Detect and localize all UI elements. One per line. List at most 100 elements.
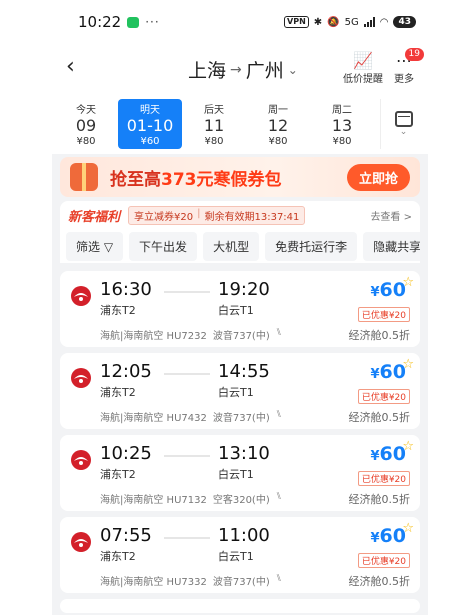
more-button[interactable]: ⋯ 19 更多 (394, 48, 424, 85)
arrival: 13:10 白云T1 (218, 443, 270, 482)
departure-time: 07:55 (100, 525, 152, 546)
filter-large-aircraft[interactable]: 大机型 (203, 231, 260, 261)
meal-icon: ⑊ (275, 409, 282, 420)
arrival: 11:00 白云T1 (218, 525, 270, 564)
banner-amount: 373元寒假券包 (161, 169, 282, 190)
meal-icon: ⑊ (275, 491, 282, 502)
back-icon[interactable]: ‹ (66, 56, 75, 78)
arrival-time: 13:10 (218, 443, 270, 464)
flight-card[interactable]: 12:05 浦东T2 14:55 白云T1 海航|海南航空 HU7432 波音7… (60, 353, 420, 429)
route-line (164, 373, 210, 375)
origin-city: 上海 (188, 60, 227, 82)
new-user-promo: 新客福利 享立减券¥20 | 剩余有效期13:37:41 去查看 > (60, 201, 420, 229)
date-price: ¥80 (204, 136, 224, 147)
date-weekday: 明天 (140, 105, 160, 116)
hainan-airlines-logo-icon (71, 450, 91, 470)
cabin-class: 经济舱0.5折 (348, 329, 411, 342)
filter-button[interactable]: 筛选 ▽ (66, 231, 124, 261)
calendar-button[interactable]: ⌄ (380, 99, 426, 149)
date-item[interactable]: 今天 09 ¥80 (54, 99, 118, 149)
more-label: 更多 (394, 74, 414, 85)
coupon-timer: 剩余有效期13:37:41 (204, 211, 300, 223)
date-item[interactable]: 周二 13 ¥80 (310, 99, 374, 149)
date-day: 13 (331, 116, 353, 135)
flight-card[interactable]: 07:55 浦东T2 11:00 白云T1 海航|海南航空 HU7332 波音7… (60, 517, 420, 593)
route-line (164, 455, 210, 457)
route-selector[interactable]: 上海 → 广州 ⌄ (188, 56, 298, 83)
date-day: 11 (203, 116, 225, 135)
wifi-icon: ◠ (379, 16, 389, 28)
departure-time: 12:05 (100, 361, 152, 382)
flight-meta: 海航|海南航空 HU7232 波音737(中) ⑊ (100, 327, 282, 342)
view-link[interactable]: 去查看 > (370, 208, 412, 223)
flight-card[interactable]: 16:30 浦东T2 19:20 白云T1 海航|海南航空 HU7232 波音7… (60, 271, 420, 347)
currency-symbol: ¥ (370, 531, 380, 546)
meal-icon: ⑊ (275, 573, 282, 584)
date-item-selected[interactable]: 明天 01-10 ¥60 (118, 99, 182, 149)
departure-airport: 浦东T2 (100, 386, 136, 399)
flight-price: ¥60 (371, 443, 407, 465)
aircraft-type: 波音737(中) (212, 331, 270, 342)
arrival-time: 19:20 (218, 279, 270, 300)
flight-card[interactable]: 10:25 浦东T2 13:10 白云T1 海航|海南航空 HU7132 空客3… (60, 435, 420, 511)
date-day: 01-10 (126, 116, 174, 135)
departure: 16:30 浦东T2 (100, 279, 152, 318)
cabin-class: 经济舱0.5折 (348, 493, 411, 506)
flight-list: 16:30 浦东T2 19:20 白云T1 海航|海南航空 HU7232 波音7… (52, 263, 428, 613)
flight-price: ¥60 (371, 525, 407, 547)
status-bar: 10:22 ··· VPN ✱ 🔕 5G ◠ 43 (52, 0, 428, 44)
date-price: ¥80 (332, 136, 352, 147)
aircraft-type: 空客320(中) (212, 495, 270, 506)
date-item[interactable]: 周一 12 ¥80 (246, 99, 310, 149)
vpn-icon: VPN (284, 16, 309, 28)
date-weekday: 周二 (332, 105, 352, 116)
date-day: 09 (75, 116, 97, 135)
flight-price: ¥60 (371, 279, 407, 301)
arrival: 19:20 白云T1 (218, 279, 270, 318)
filter-hide-shared[interactable]: 隐藏共享 (363, 231, 420, 261)
route-line (164, 291, 210, 293)
arrival-time: 14:55 (218, 361, 270, 382)
departure-time: 16:30 (100, 279, 152, 300)
date-weekday: 今天 (76, 105, 96, 116)
coupon-text: 享立减券¥20 (134, 211, 194, 223)
hainan-airlines-logo-icon (71, 532, 91, 552)
chevron-down-icon: ⌄ (399, 127, 408, 137)
more-notifications-icon: ··· (145, 15, 160, 29)
promo-tag: 新客福利 (68, 209, 121, 225)
arrival: 14:55 白云T1 (218, 361, 270, 400)
date-price: ¥80 (268, 136, 288, 147)
grab-now-button[interactable]: 立即抢 (346, 164, 410, 191)
battery-icon: 43 (393, 16, 416, 28)
price-alert-label: 低价提醒 (343, 74, 383, 85)
date-item[interactable]: 后天 11 ¥80 (182, 99, 246, 149)
date-day: 12 (267, 116, 289, 135)
coupon-banner[interactable]: 抢至高373元寒假券包 立即抢 (60, 157, 420, 197)
price-alert-button[interactable]: 📈 低价提醒 (343, 52, 383, 86)
date-price: ¥80 (76, 136, 96, 147)
departure: 07:55 浦东T2 (100, 525, 152, 564)
arrival-airport: 白云T1 (218, 386, 254, 399)
status-right: VPN ✱ 🔕 5G ◠ 43 (284, 16, 416, 28)
departure: 12:05 浦东T2 (100, 361, 152, 400)
flight-meta: 海航|海南航空 HU7432 波音737(中) ⑊ (100, 409, 282, 424)
cabin-class: 经济舱0.5折 (348, 411, 411, 424)
chevron-down-icon: ⌄ (287, 62, 298, 77)
mute-icon: 🔕 (327, 16, 340, 28)
header: ‹ 上海 → 广州 ⌄ 📈 低价提醒 ⋯ 19 更多 (52, 44, 428, 94)
filter-afternoon[interactable]: 下午出发 (129, 231, 198, 261)
banner-prefix: 抢至高 (110, 169, 161, 190)
price-value: 60 (379, 525, 406, 547)
discount-badge: 已优惠¥20 (357, 471, 410, 486)
airline-flight-no: 海航|海南航空 HU7432 (100, 413, 207, 424)
discount-badge: 已优惠¥20 (357, 307, 410, 322)
airline-flight-no: 海航|海南航空 HU7232 (100, 331, 207, 342)
airline-flight-no: 海航|海南航空 HU7332 (100, 577, 207, 588)
arrival-airport: 白云T1 (218, 468, 254, 481)
departure-airport: 浦东T2 (100, 304, 136, 317)
filter-free-baggage[interactable]: 免费托运行李 (265, 231, 358, 261)
discount-badge: 已优惠¥20 (357, 553, 410, 568)
departure: 10:25 浦东T2 (100, 443, 152, 482)
price-value: 60 (379, 443, 406, 465)
currency-symbol: ¥ (370, 367, 380, 382)
